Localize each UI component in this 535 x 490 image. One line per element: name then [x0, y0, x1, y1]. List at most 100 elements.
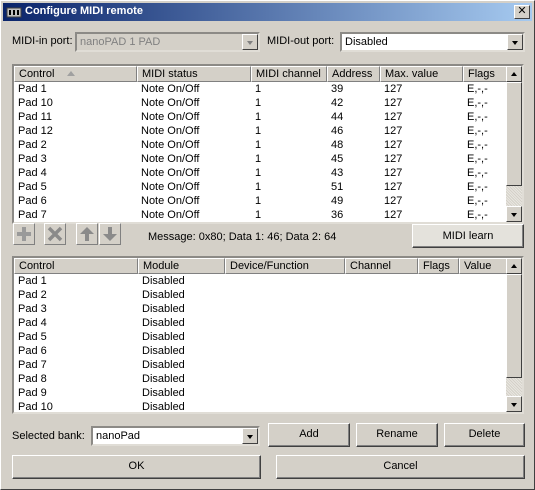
column-header[interactable]: MIDI status	[137, 66, 251, 82]
x-icon	[47, 226, 63, 242]
table-cell: 1	[255, 125, 262, 137]
column-header[interactable]: Device/Function	[225, 258, 345, 274]
table-cell: 51	[331, 181, 344, 193]
scroll-up-button[interactable]	[506, 258, 522, 274]
table-row[interactable]: Pad 3 Disabled	[14, 302, 508, 316]
mapping-header: Control Module Device/Function Channel F…	[14, 258, 508, 274]
table-cell: Note On/Off	[141, 125, 200, 137]
column-header[interactable]: Value	[459, 258, 508, 274]
column-header[interactable]: Control	[14, 258, 138, 274]
move-down-button[interactable]	[99, 223, 121, 245]
table-cell: Pad 6	[18, 345, 47, 357]
rename-bank-button[interactable]: Rename	[356, 423, 438, 447]
table-cell: Disabled	[142, 331, 185, 343]
table-row[interactable]: Pad 2 Note On/Off 1 48 127 E,-,-	[14, 138, 508, 152]
table-cell: Pad 6	[18, 195, 47, 207]
chevron-down-icon[interactable]	[242, 428, 258, 444]
table-row[interactable]: Pad 12 Note On/Off 1 46 127 E,-,-	[14, 124, 508, 138]
table-row[interactable]: Pad 10 Disabled	[14, 400, 508, 412]
close-button[interactable]: ✕	[514, 5, 530, 19]
table-cell: Note On/Off	[141, 167, 200, 179]
column-header[interactable]: MIDI channel	[251, 66, 327, 82]
column-header[interactable]: Module	[138, 258, 225, 274]
table-cell: Disabled	[142, 289, 185, 301]
table-cell: 1	[255, 195, 262, 207]
table-row[interactable]: Pad 5 Disabled	[14, 330, 508, 344]
table-cell: Pad 9	[18, 387, 47, 399]
table-cell	[345, 288, 418, 302]
table-row[interactable]: Pad 4 Disabled	[14, 316, 508, 330]
mapping-list[interactable]: Control Module Device/Function Channel F…	[12, 256, 524, 414]
table-cell	[345, 372, 418, 386]
table-cell	[418, 344, 459, 358]
table-cell: Note On/Off	[141, 97, 200, 109]
table-row[interactable]: Pad 7 Disabled	[14, 358, 508, 372]
table-cell	[459, 302, 508, 316]
table-row[interactable]: Pad 11 Note On/Off 1 44 127 E,-,-	[14, 110, 508, 124]
scroll-thumb[interactable]	[506, 274, 522, 378]
scroll-down-button[interactable]	[506, 396, 522, 412]
table-row[interactable]: Pad 3 Note On/Off 1 45 127 E,-,-	[14, 152, 508, 166]
table-cell	[225, 316, 345, 330]
table-cell	[418, 302, 459, 316]
column-header[interactable]: Control	[14, 66, 137, 82]
table-cell: 1	[255, 97, 262, 109]
scroll-up-button[interactable]	[506, 66, 522, 82]
table-row[interactable]: Pad 10 Note On/Off 1 42 127 E,-,-	[14, 96, 508, 110]
add-control-button[interactable]	[13, 223, 35, 245]
column-header[interactable]: Flags	[463, 66, 508, 82]
table-cell	[459, 288, 508, 302]
delete-bank-button[interactable]: Delete	[444, 423, 525, 447]
bank-value: nanoPad	[96, 430, 141, 442]
chevron-down-icon[interactable]	[507, 34, 523, 50]
table-cell: 45	[331, 153, 344, 165]
add-bank-button[interactable]: Add	[268, 423, 350, 447]
table-row[interactable]: Pad 6 Disabled	[14, 344, 508, 358]
bank-select[interactable]: nanoPad	[91, 426, 260, 446]
table-cell: 127	[384, 97, 403, 109]
scroll-thumb[interactable]	[506, 82, 522, 186]
table-cell	[225, 400, 345, 412]
table-row[interactable]: Pad 5 Note On/Off 1 51 127 E,-,-	[14, 180, 508, 194]
table-row[interactable]: Pad 6 Note On/Off 1 49 127 E,-,-	[14, 194, 508, 208]
chevron-down-icon[interactable]	[242, 34, 258, 50]
table-row[interactable]: Pad 8 Disabled	[14, 372, 508, 386]
table-row[interactable]: Pad 9 Disabled	[14, 386, 508, 400]
midi-in-select[interactable]: nanoPAD 1 PAD	[75, 32, 260, 52]
column-header[interactable]: Channel	[345, 258, 418, 274]
table-cell: Pad 5	[18, 181, 47, 193]
table-row[interactable]: Pad 4 Note On/Off 1 43 127 E,-,-	[14, 166, 508, 180]
controls-list[interactable]: Control MIDI status MIDI channel Address…	[12, 64, 524, 224]
column-header[interactable]: Max. value	[380, 66, 463, 82]
table-cell: E,-,-	[467, 139, 488, 151]
table-cell: E,-,-	[467, 181, 488, 193]
ok-button[interactable]: OK	[12, 455, 261, 479]
move-up-button[interactable]	[76, 223, 98, 245]
midi-in-label: MIDI-in port:	[12, 35, 73, 47]
table-cell: 44	[331, 111, 344, 123]
table-row[interactable]: Pad 1 Disabled	[14, 274, 508, 288]
table-row[interactable]: Pad 7 Note On/Off 1 36 127 E,-,-	[14, 208, 508, 222]
table-cell: 43	[331, 167, 344, 179]
midi-learn-button[interactable]: MIDI learn	[412, 224, 524, 248]
vertical-scrollbar[interactable]	[506, 258, 522, 412]
table-cell: 48	[331, 139, 344, 151]
column-header[interactable]: Flags	[418, 258, 459, 274]
remove-control-button[interactable]	[44, 223, 66, 245]
table-row[interactable]: Pad 2 Disabled	[14, 288, 508, 302]
table-row[interactable]: Pad 1 Note On/Off 1 39 127 E,-,-	[14, 82, 508, 96]
scroll-down-button[interactable]	[506, 206, 522, 222]
table-cell	[418, 288, 459, 302]
midi-out-select[interactable]: Disabled	[340, 32, 525, 52]
table-cell	[225, 274, 345, 288]
vertical-scrollbar[interactable]	[506, 66, 522, 222]
column-header[interactable]: Address	[327, 66, 380, 82]
table-cell	[225, 386, 345, 400]
table-cell: Note On/Off	[141, 153, 200, 165]
cancel-button[interactable]: Cancel	[276, 455, 525, 479]
table-cell: E,-,-	[467, 209, 488, 221]
table-cell	[459, 330, 508, 344]
table-cell	[345, 344, 418, 358]
table-cell	[459, 316, 508, 330]
arrow-up-icon	[80, 227, 94, 241]
